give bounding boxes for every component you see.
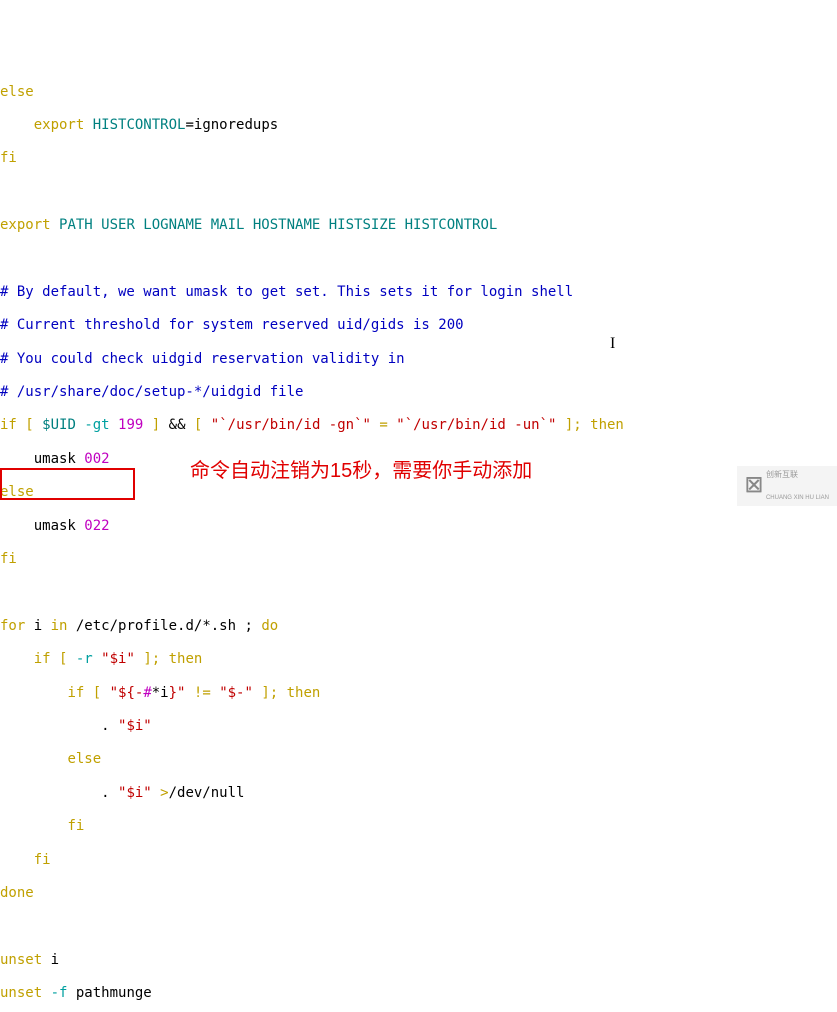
code-line xyxy=(0,584,837,601)
code-line: fi xyxy=(0,852,837,869)
code-line: # /usr/share/doc/setup-*/uidgid file xyxy=(0,384,837,401)
text-cursor-icon: I xyxy=(610,336,615,353)
code-line: fi xyxy=(0,818,837,835)
code-line: # By default, we want umask to get set. … xyxy=(0,284,837,301)
code-line: fi xyxy=(0,551,837,568)
watermark-logo: ☒ 创新互联 CHUANG XIN HU LIAN xyxy=(737,466,837,506)
annotation-text: 命令自动注销为15秒，需要你手动添加 xyxy=(190,463,532,480)
code-line: done xyxy=(0,885,837,902)
code-line: fi xyxy=(0,150,837,167)
code-line: export PATH USER LOGNAME MAIL HOSTNAME H… xyxy=(0,217,837,234)
code-line: for i in /etc/profile.d/*.sh ; do xyxy=(0,618,837,635)
code-line: else xyxy=(0,84,837,101)
code-line: . "$i" xyxy=(0,718,837,735)
code-line: export HISTCONTROL=ignoredups xyxy=(0,117,837,134)
code-line: # You could check uidgid reservation val… xyxy=(0,351,837,368)
code-line xyxy=(0,250,837,267)
code-line: if [ $UID -gt 199 ] && [ "`/usr/bin/id -… xyxy=(0,417,837,434)
code-line xyxy=(0,184,837,201)
watermark-brand: 创新互联 xyxy=(766,471,829,479)
code-line: . "$i" >/dev/null xyxy=(0,785,837,802)
code-line: umask 022 xyxy=(0,518,837,535)
code-line: # Current threshold for system reserved … xyxy=(0,317,837,334)
code-line: if [ "${-#*i}" != "$-" ]; then xyxy=(0,685,837,702)
code-editor-area[interactable]: else export HISTCONTROL=ignoredups fi ex… xyxy=(0,67,837,1012)
code-line xyxy=(0,918,837,935)
logo-icon: ☒ xyxy=(745,478,763,495)
watermark-tag: CHUANG XIN HU LIAN xyxy=(766,495,829,501)
code-line: else xyxy=(0,484,837,501)
code-line: else xyxy=(0,751,837,768)
code-line: unset -f pathmunge xyxy=(0,985,837,1002)
code-line: if [ -r "$i" ]; then xyxy=(0,651,837,668)
code-line: unset i xyxy=(0,952,837,969)
